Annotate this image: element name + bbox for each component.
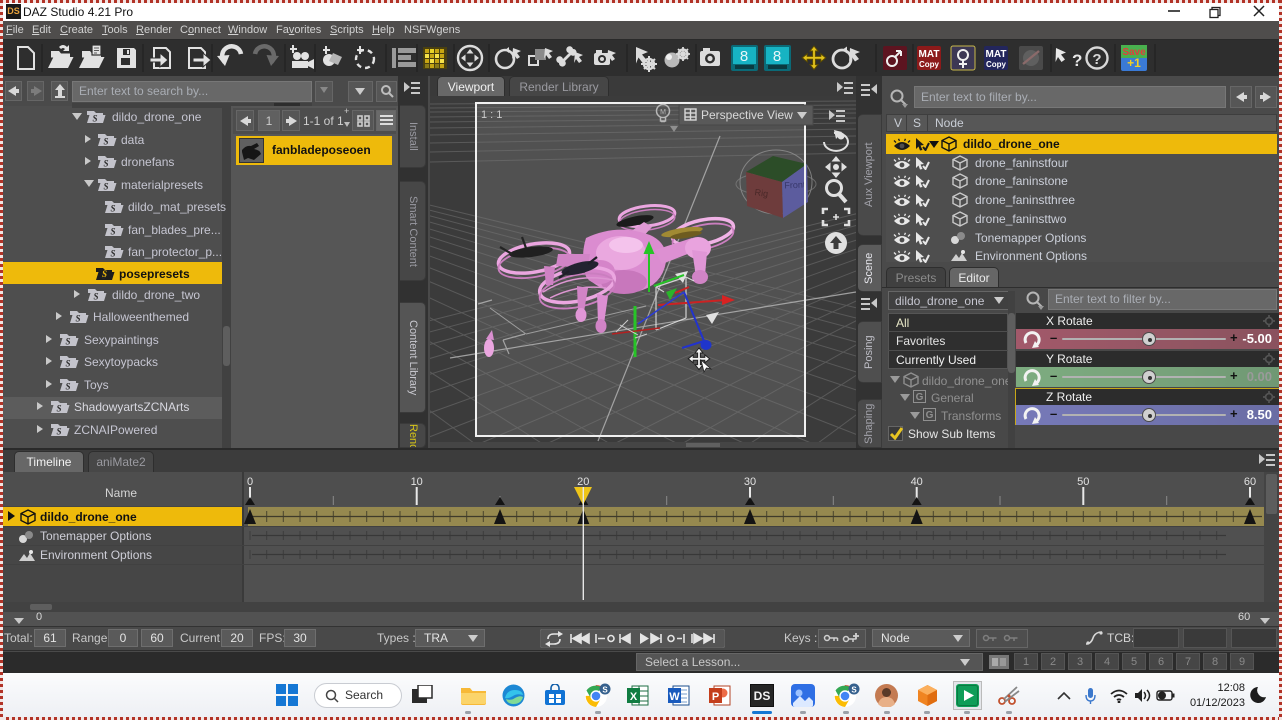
svg-text:Rig: Rig — [754, 187, 769, 199]
svg-text:Copy: Copy — [919, 60, 940, 69]
svg-text:MAT: MAT — [919, 49, 940, 60]
svg-text:Perspective View: Perspective View — [701, 108, 793, 122]
svg-text:MAT: MAT — [986, 49, 1007, 60]
svg-text:+1: +1 — [1127, 56, 1141, 70]
svg-text:Name: Name — [105, 486, 137, 500]
svg-text:?: ? — [1072, 51, 1082, 70]
svg-text:0: 0 — [247, 476, 253, 488]
svg-text:Copy: Copy — [986, 60, 1007, 69]
svg-text:10: 10 — [411, 476, 423, 488]
svg-text:X: X — [630, 691, 638, 703]
svg-text:?: ? — [1092, 51, 1101, 68]
svg-text:W: W — [669, 691, 680, 703]
svg-text:40: 40 — [911, 476, 923, 488]
svg-text:S: S — [851, 686, 857, 695]
svg-text:P: P — [712, 691, 719, 703]
svg-text:S: S — [602, 686, 608, 695]
svg-text:1 : 1: 1 : 1 — [481, 109, 502, 121]
svg-text:8: 8 — [773, 48, 781, 65]
svg-text:30: 30 — [744, 476, 756, 488]
svg-text:50: 50 — [1077, 476, 1089, 488]
svg-text:8: 8 — [740, 48, 748, 65]
svg-text:Front: Front — [784, 179, 806, 190]
svg-text:60: 60 — [1244, 476, 1256, 488]
svg-text:20: 20 — [577, 476, 589, 488]
svg-text:M: M — [660, 109, 666, 116]
